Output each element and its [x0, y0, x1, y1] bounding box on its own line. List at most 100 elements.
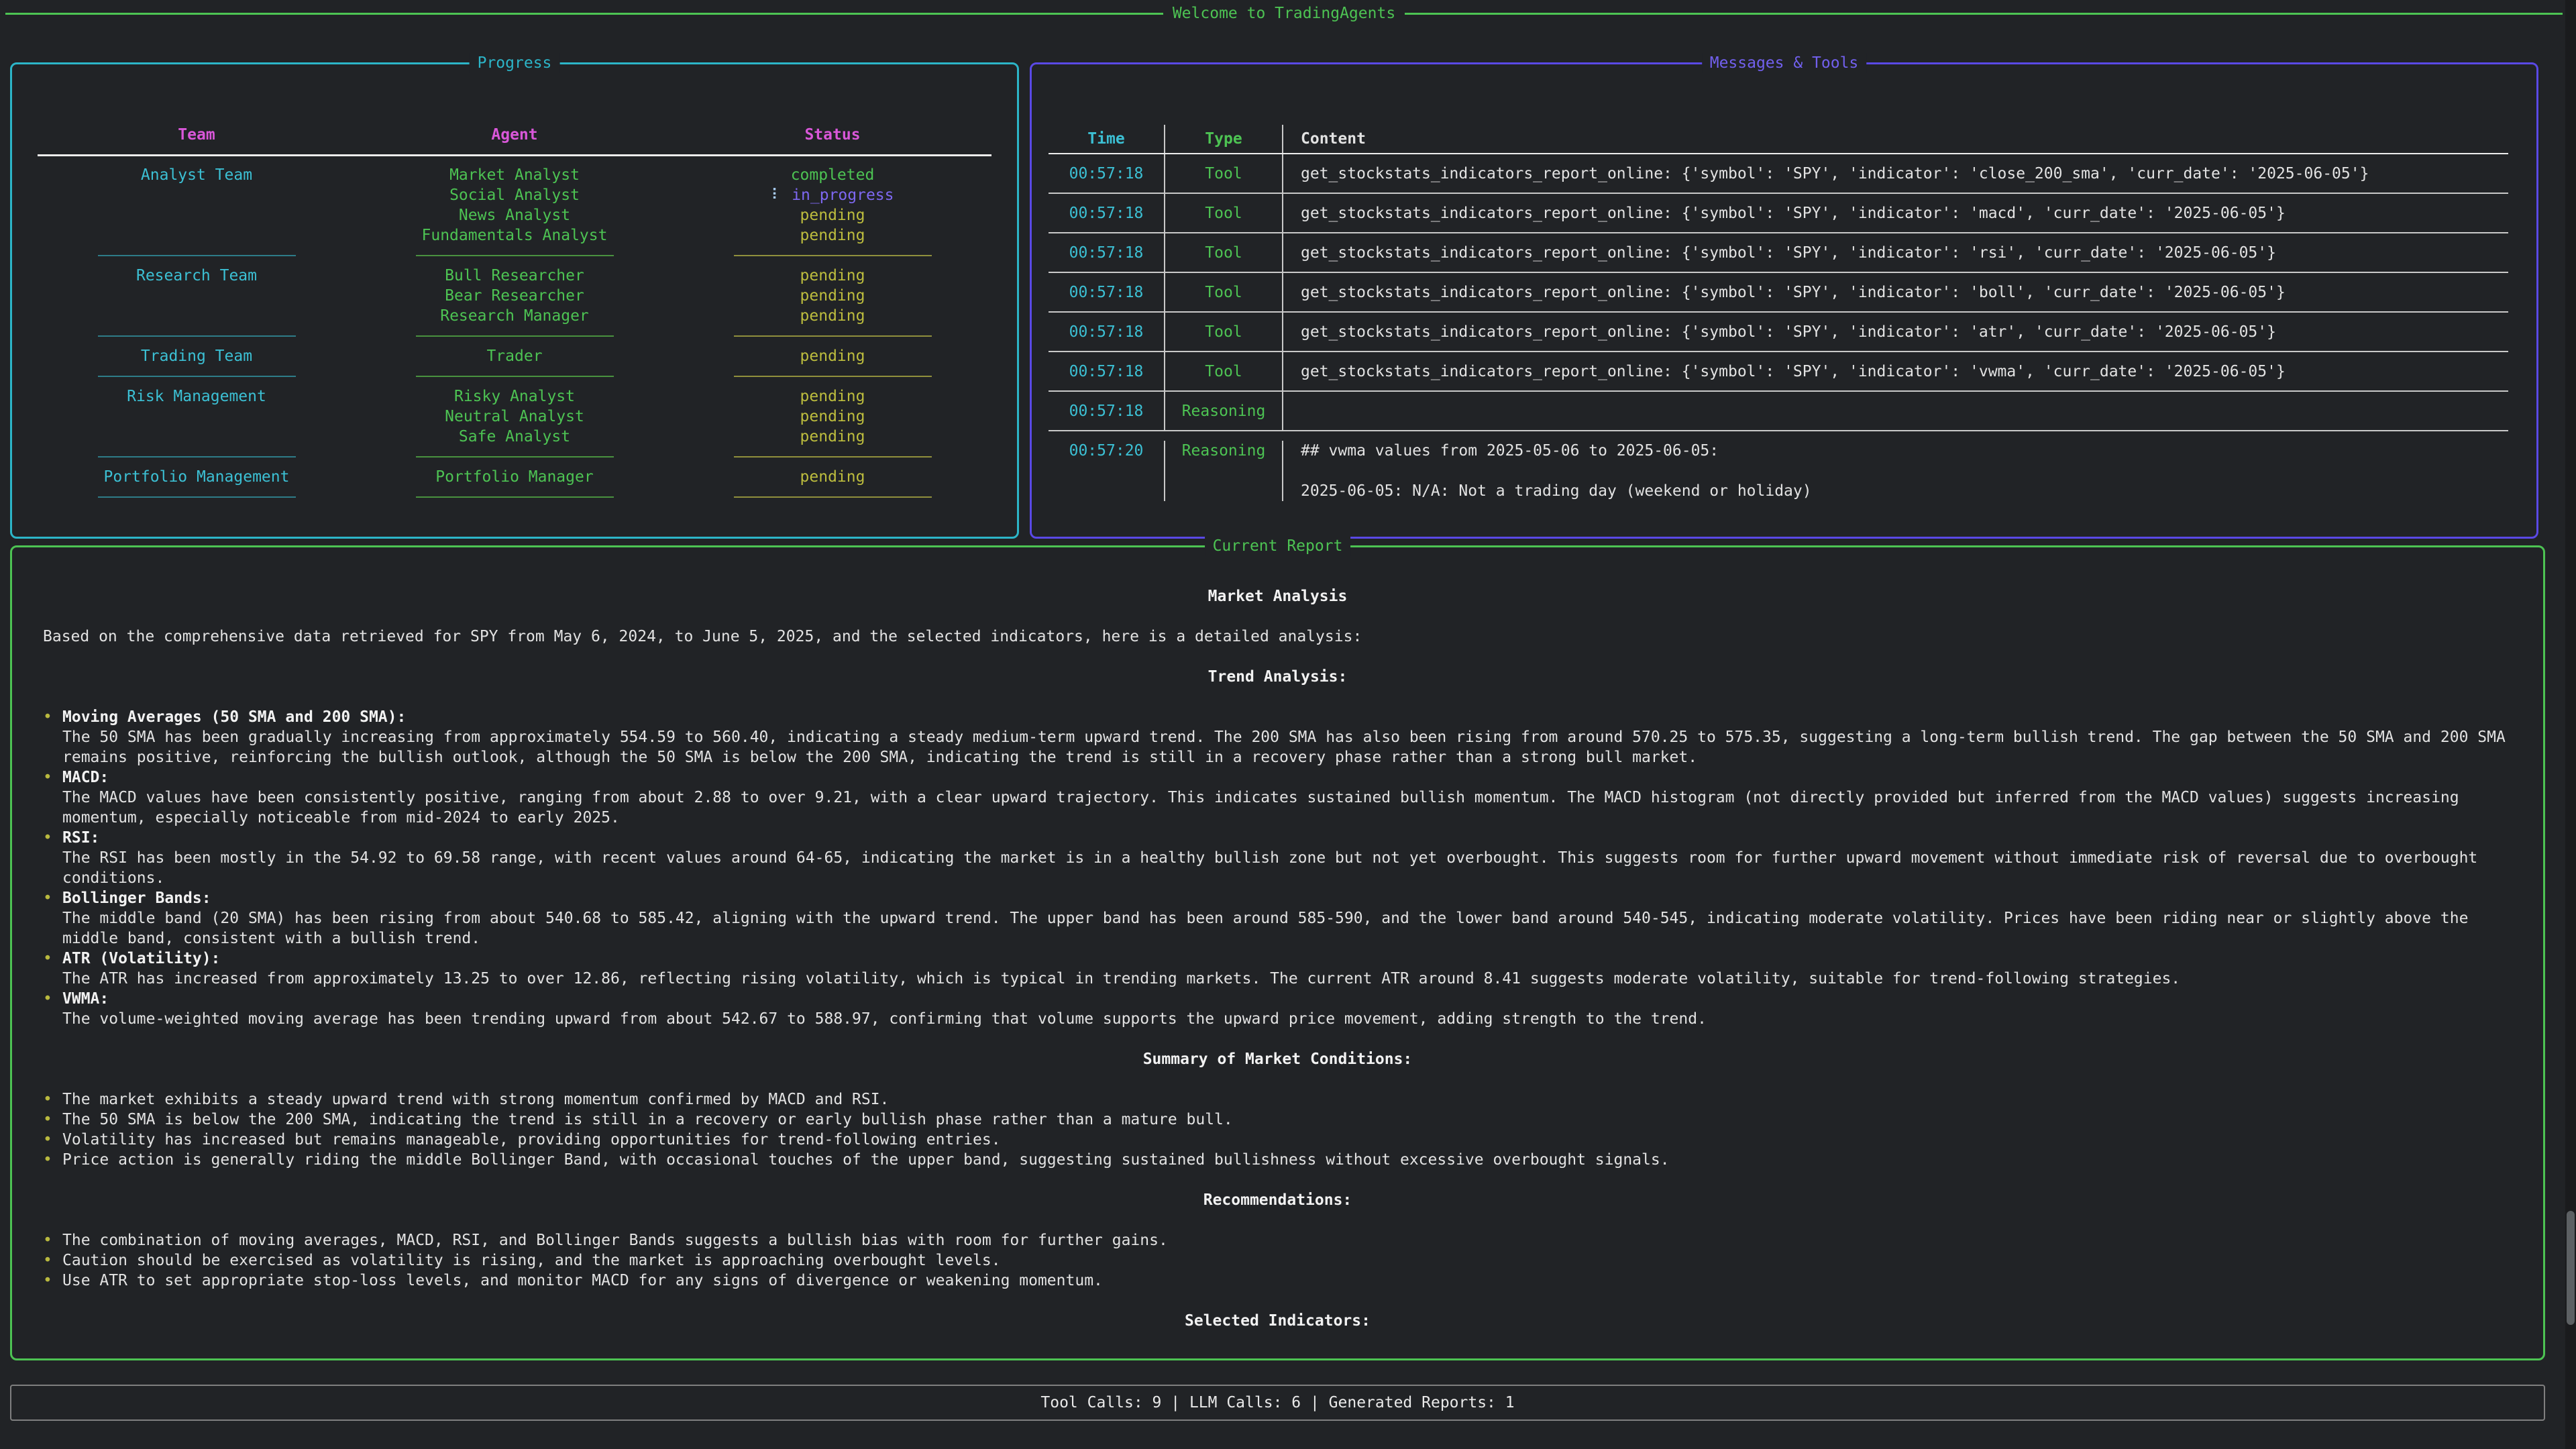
message-time: 00:57:18 — [1049, 401, 1164, 421]
bullet-icon: • — [43, 1230, 62, 1250]
bullet-content: Price action is generally riding the mid… — [62, 1150, 2512, 1170]
message-type: Tool — [1164, 352, 1282, 390]
bullet-content: Bollinger Bands:The middle band (20 SMA)… — [62, 888, 2512, 949]
progress-row: Fundamentals Analyst pending — [38, 225, 991, 246]
team-name: Analyst Team — [38, 165, 356, 185]
agent-name: Portfolio Manager — [356, 467, 674, 487]
progress-row: Risk ManagementRisky Analystpending — [38, 386, 991, 407]
separator-line — [416, 255, 614, 256]
bullet-icon: • — [43, 1250, 62, 1271]
progress-row: Social Analyst⠇ in_progress — [38, 185, 991, 205]
separator-cell — [356, 366, 674, 386]
bullet-item: •Caution should be exercised as volatili… — [43, 1250, 2512, 1271]
messages-column-header: Content — [1282, 125, 2508, 153]
message-time: 00:57:18 — [1049, 164, 1164, 184]
bullet-item: •VWMA:The volume-weighted moving average… — [43, 989, 2512, 1029]
separator-line — [734, 456, 932, 458]
team-name: Portfolio Management — [38, 467, 356, 487]
agent-name: Trader — [356, 346, 674, 366]
scrollbar[interactable] — [2565, 0, 2576, 1449]
bullet-text: The 50 SMA has been gradually increasing… — [62, 727, 2512, 767]
progress-row: Portfolio ManagementPortfolio Managerpen… — [38, 467, 991, 487]
bullet-label: Moving Averages (50 SMA and 200 SMA): — [62, 707, 2512, 727]
message-type: Tool — [1164, 313, 1282, 351]
progress-row: Research TeamBull Researcherpending — [38, 266, 991, 286]
bullet-icon: • — [43, 1089, 62, 1110]
separator-cell — [674, 326, 991, 346]
bullet-content: Caution should be exercised as volatilit… — [62, 1250, 2512, 1271]
progress-column-header: Status — [674, 125, 991, 145]
bullet-item: •Volatility has increased but remains ma… — [43, 1130, 2512, 1150]
message-type: Tool — [1164, 273, 1282, 311]
bullet-item: •Use ATR to set appropriate stop-loss le… — [43, 1271, 2512, 1291]
progress-row: Neutral Analystpending — [38, 407, 991, 427]
message-content: ## vwma values from 2025-05-06 to 2025-0… — [1282, 441, 2508, 501]
agent-status: completed — [674, 165, 991, 185]
scrollbar-thumb[interactable] — [2567, 1211, 2575, 1325]
agent-name: Social Analyst — [356, 185, 674, 205]
agent-name: Fundamentals Analyst — [356, 225, 674, 246]
progress-group-separator — [38, 326, 991, 346]
status-text: pending — [800, 227, 865, 244]
message-content: get_stockstats_indicators_report_online:… — [1282, 194, 2508, 232]
bullet-item: •ATR (Volatility):The ATR has increased … — [43, 949, 2512, 989]
bullet-content: Moving Averages (50 SMA and 200 SMA):The… — [62, 707, 2512, 767]
bullet-icon: • — [43, 1271, 62, 1291]
separator-cell — [356, 326, 674, 346]
separator-line — [734, 496, 932, 498]
bullet-content: Use ATR to set appropriate stop-loss lev… — [62, 1271, 2512, 1291]
bullet-content: RSI:The RSI has been mostly in the 54.92… — [62, 828, 2512, 888]
message-row: 00:57:18Toolget_stockstats_indicators_re… — [1049, 154, 2508, 194]
message-time: 00:57:18 — [1049, 362, 1164, 382]
bullet-text: The ATR has increased from approximately… — [62, 969, 2512, 989]
team-name: Risk Management — [38, 386, 356, 407]
separator-cell — [674, 246, 991, 266]
bullet-icon: • — [43, 949, 62, 989]
bullet-icon: • — [43, 888, 62, 949]
separator-line — [416, 376, 614, 377]
status-text: pending — [800, 287, 865, 305]
separator-cell — [38, 447, 356, 467]
team-name: Trading Team — [38, 346, 356, 366]
progress-column-header: Team — [38, 125, 356, 145]
separator-cell — [38, 487, 356, 507]
report-panel-title: Current Report — [1205, 536, 1351, 556]
section-heading: Summary of Market Conditions: — [43, 1049, 2512, 1069]
messages-column-header: Type — [1164, 125, 1282, 153]
separator-line — [734, 255, 932, 256]
bullet-icon: • — [43, 828, 62, 888]
agent-status: pending — [674, 427, 991, 447]
agent-name: Safe Analyst — [356, 427, 674, 447]
separator-line — [734, 335, 932, 337]
message-time: 00:57:20 — [1049, 441, 1164, 461]
agent-status: pending — [674, 346, 991, 366]
progress-row: Research Managerpending — [38, 306, 991, 326]
report-heading: Market Analysis — [43, 586, 2512, 606]
bullet-icon: • — [43, 989, 62, 1029]
message-content-line: 2025-06-05: N/A: Not a trading day (week… — [1301, 481, 2508, 501]
status-text: completed — [791, 166, 875, 184]
message-row: 00:57:18Toolget_stockstats_indicators_re… — [1049, 194, 2508, 233]
bullet-text: Price action is generally riding the mid… — [62, 1150, 2512, 1170]
bullet-content: The market exhibits a steady upward tren… — [62, 1089, 2512, 1110]
message-time: 00:57:18 — [1049, 203, 1164, 223]
team-name: Research Team — [38, 266, 356, 286]
separator-cell — [356, 487, 674, 507]
bullet-icon: • — [43, 767, 62, 828]
separator-line — [98, 456, 296, 458]
progress-row: Safe Analystpending — [38, 427, 991, 447]
status-text: pending — [800, 408, 865, 425]
message-time: 00:57:18 — [1049, 322, 1164, 342]
bullet-label: ATR (Volatility): — [62, 949, 2512, 969]
bullet-text: The 50 SMA is below the 200 SMA, indicat… — [62, 1110, 2512, 1130]
section-heading: Recommendations: — [43, 1190, 2512, 1210]
bullet-text: The MACD values have been consistently p… — [62, 788, 2512, 828]
agent-status: pending — [674, 467, 991, 487]
section-heading: Trend Analysis: — [43, 667, 2512, 687]
message-row: 00:57:18Toolget_stockstats_indicators_re… — [1049, 233, 2508, 273]
app-title: Welcome to TradingAgents — [1163, 3, 1405, 23]
report-intro: Based on the comprehensive data retrieve… — [43, 627, 2512, 647]
progress-row: Trading TeamTraderpending — [38, 346, 991, 366]
progress-group-separator — [38, 487, 991, 507]
separator-line — [416, 496, 614, 498]
